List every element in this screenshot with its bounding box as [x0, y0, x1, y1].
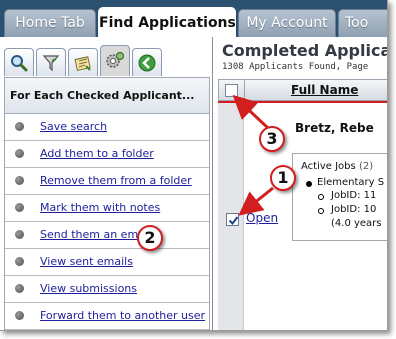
- results-count: 1308 Applicants Found, Page: [222, 62, 369, 72]
- action-save-search: Save search: [5, 114, 209, 141]
- bullet-icon: [15, 149, 24, 158]
- page-title: Completed Applicat: [222, 41, 388, 60]
- action-mark-with-notes: Mark them with notes: [5, 195, 209, 222]
- app-window: Home Tab Find Applications My Account To…: [0, 0, 388, 331]
- bullet-icon: [15, 284, 24, 293]
- action-link[interactable]: Add them to a folder: [40, 147, 154, 160]
- active-jobs-box: Active Jobs (2) Elementary S JobID: 11 J…: [292, 153, 387, 241]
- bullet-icon: [15, 122, 24, 131]
- action-link[interactable]: Mark them with notes: [40, 201, 160, 214]
- action-link[interactable]: Remove them from a folder: [40, 174, 192, 187]
- search-button[interactable]: [4, 48, 34, 76]
- bullet-icon: [15, 203, 24, 212]
- panel-heading: For Each Checked Applicant...: [5, 78, 209, 114]
- circle-bullet-icon: [318, 194, 324, 200]
- bullet-icon: [15, 257, 24, 266]
- callout-3: 3: [259, 126, 285, 152]
- job-category: Elementary S: [317, 177, 385, 188]
- action-send-email: Send them an email: [5, 222, 209, 249]
- action-link[interactable]: View sent emails: [40, 255, 133, 268]
- column-divider: [244, 80, 245, 100]
- tab-home[interactable]: Home Tab: [4, 9, 96, 37]
- results-area: Completed Applicat 1308 Applicants Found…: [214, 37, 388, 330]
- left-panel: For Each Checked Applicant... Save searc…: [0, 37, 213, 330]
- gears-icon: [106, 51, 125, 68]
- active-jobs-count: (2): [358, 161, 374, 172]
- action-link[interactable]: Save search: [40, 120, 107, 133]
- filter-button[interactable]: [36, 48, 66, 76]
- back-arrow-icon: [138, 54, 156, 71]
- action-remove-from-folder: Remove them from a folder: [5, 168, 209, 195]
- applicant-name: Bretz, Rebe: [295, 121, 374, 135]
- actions-button[interactable]: [100, 45, 130, 76]
- active-jobs-title: Active Jobs (2): [301, 161, 373, 172]
- tab-bar: Home Tab Find Applications My Account To…: [0, 0, 387, 37]
- callout-2: 2: [137, 225, 163, 251]
- tab-find-applications[interactable]: Find Applications: [98, 7, 236, 37]
- back-button[interactable]: [132, 48, 162, 76]
- job-id: JobID: 11: [331, 190, 377, 201]
- bullet-icon: [306, 181, 312, 187]
- search-icon: [11, 54, 28, 71]
- tab-my-account[interactable]: My Account: [238, 9, 336, 37]
- action-view-sent-emails: View sent emails: [5, 249, 209, 276]
- callout-1: 1: [270, 165, 296, 191]
- notes-button[interactable]: [68, 48, 98, 76]
- active-jobs-label: Active Jobs: [301, 161, 356, 172]
- job-id: JobID: 10: [331, 204, 377, 215]
- action-link[interactable]: View submissions: [40, 282, 137, 295]
- select-all-checkbox[interactable]: [225, 84, 238, 97]
- checkmark-icon: [228, 216, 239, 226]
- action-link[interactable]: Forward them to another user: [40, 309, 205, 322]
- bullet-icon: [15, 230, 24, 239]
- action-link[interactable]: Send them an email: [40, 228, 151, 241]
- actions-panel: For Each Checked Applicant... Save searc…: [4, 77, 210, 330]
- circle-bullet-icon: [318, 208, 324, 214]
- action-forward-to-user: Forward them to another user: [5, 303, 209, 330]
- action-add-to-folder: Add them to a folder: [5, 141, 209, 168]
- tab-tools[interactable]: Too: [338, 9, 387, 37]
- open-applicant-link[interactable]: Open: [246, 211, 278, 225]
- bullet-icon: [15, 311, 24, 320]
- icon-toolbar: [0, 43, 213, 77]
- filter-icon: [42, 54, 60, 71]
- bullet-icon: [15, 176, 24, 185]
- action-view-submissions: View submissions: [5, 276, 209, 303]
- job-experience: (4.0 years: [331, 218, 382, 229]
- full-name-column-header[interactable]: Full Name: [291, 83, 358, 97]
- notes-icon: [74, 55, 91, 71]
- applicant-checkbox[interactable]: [226, 213, 239, 226]
- table-header: Full Name: [218, 79, 387, 101]
